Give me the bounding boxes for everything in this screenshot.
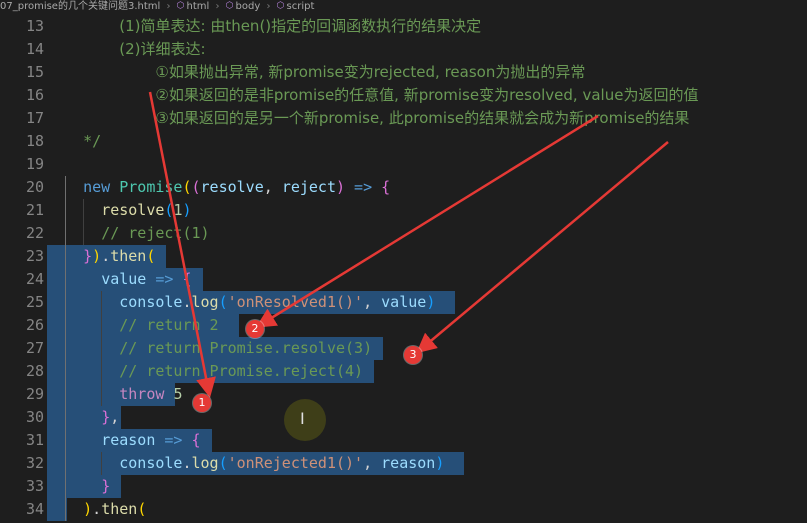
annotation-arrows bbox=[148, 91, 669, 398]
arrow-1 bbox=[148, 91, 216, 398]
annotation-badge-3: 3 bbox=[404, 346, 422, 364]
annotation-badge-1: 1 bbox=[193, 394, 211, 412]
arrow-2 bbox=[255, 114, 599, 328]
annotation-badge-2: 2 bbox=[246, 320, 264, 338]
arrow-3 bbox=[416, 141, 669, 354]
